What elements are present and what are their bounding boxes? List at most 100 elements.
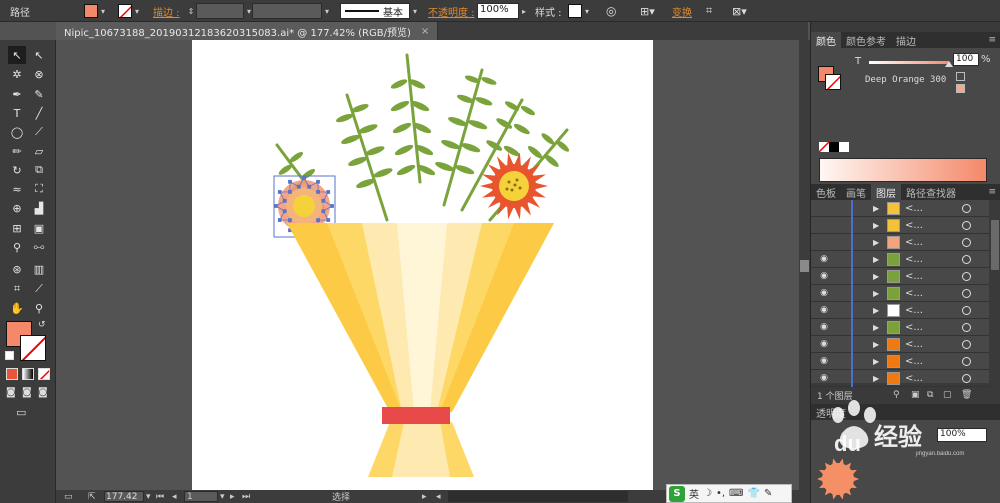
visibility-eye-icon[interactable] <box>817 219 831 231</box>
target-icon[interactable] <box>962 356 971 366</box>
ime-tool-icon[interactable]: ✎ <box>764 488 772 499</box>
eraser-icon[interactable]: ▱ <box>30 142 48 160</box>
document-tab[interactable]: Nipic_10673188_20190312183620315083.ai* … <box>56 22 439 40</box>
default-colors-icon[interactable] <box>5 351 14 360</box>
ime-mode[interactable]: 英 <box>689 486 699 501</box>
pencil-icon[interactable]: ✏ <box>8 142 26 160</box>
ime-skin-icon[interactable]: 👕 <box>747 488 759 499</box>
draw-inside-icon[interactable]: ◙ <box>38 387 48 398</box>
tab-swatches[interactable]: 色板 <box>811 184 841 200</box>
panel-stroke-swatch[interactable] <box>825 74 841 90</box>
draw-normal-icon[interactable]: ◙ <box>6 387 16 398</box>
visibility-eye-icon[interactable] <box>817 202 831 214</box>
target-icon[interactable] <box>962 288 971 298</box>
layer-name[interactable]: <... <box>905 288 923 299</box>
stroke-color-swatch[interactable] <box>20 335 46 361</box>
expand-arrow-icon[interactable]: ▶ <box>873 272 879 281</box>
line-tool-icon[interactable]: ╱ <box>30 104 48 122</box>
paintbrush-icon[interactable]: ⟋ <box>30 123 48 141</box>
expand-arrow-icon[interactable]: ▶ <box>873 204 879 213</box>
visibility-eye-icon[interactable] <box>817 236 831 248</box>
next-artboard-icon[interactable]: ▸ <box>230 490 235 503</box>
variable-width-field[interactable]: ▾ <box>252 3 332 19</box>
visibility-eye-icon[interactable]: ◉ <box>817 304 831 316</box>
layer-row[interactable]: ◉ ▶ <... <box>811 301 989 319</box>
artboard-tool-icon[interactable]: ⌗ <box>8 280 26 298</box>
layer-row[interactable]: ◉ ▶ <... <box>811 352 989 370</box>
target-icon[interactable] <box>962 220 971 230</box>
ime-punct-icon[interactable]: •, <box>716 488 725 499</box>
expand-arrow-icon[interactable]: ▶ <box>873 374 879 383</box>
gradient-tool-icon[interactable]: ▣ <box>30 219 48 237</box>
gradient-mode-icon[interactable] <box>22 368 34 380</box>
visibility-eye-icon[interactable]: ◉ <box>817 287 831 299</box>
stroke-weight-field[interactable]: ⇕ ▾ <box>186 3 254 19</box>
layer-name[interactable]: <... <box>905 339 923 350</box>
layer-row[interactable]: ◉ ▶ <... <box>811 267 989 285</box>
target-icon[interactable] <box>962 237 971 247</box>
layer-row[interactable]: ▶ <... <box>811 216 989 234</box>
zoom-tool-icon[interactable]: ⚲ <box>30 299 48 317</box>
ellipse-tool-icon[interactable]: ◯ <box>8 123 26 141</box>
layer-name[interactable]: <... <box>905 305 923 316</box>
layer-row[interactable]: ◉ ▶ <... <box>811 284 989 302</box>
hand-tool-icon[interactable]: ✋ <box>8 299 26 317</box>
color-spectrum[interactable] <box>819 158 987 182</box>
slice-tool-icon[interactable]: ⟋ <box>30 280 48 298</box>
layer-row[interactable]: ◉ ▶ <... <box>811 250 989 268</box>
ime-keyboard-icon[interactable]: ⌨ <box>729 488 743 499</box>
align-icon[interactable]: ⊞▾ <box>640 3 655 19</box>
visibility-eye-icon[interactable]: ◉ <box>817 338 831 350</box>
layer-name[interactable]: <... <box>905 373 923 384</box>
tab-stroke[interactable]: 描边 <box>891 32 921 48</box>
blend-tool-icon[interactable]: ⧟ <box>30 238 48 256</box>
close-tab-icon[interactable]: × <box>421 26 429 37</box>
free-transform-icon[interactable]: ⛶ <box>30 180 48 198</box>
hscroll-left-icon[interactable]: ◂ <box>436 490 441 503</box>
type-tool-icon[interactable]: T <box>8 104 26 122</box>
layer-row[interactable]: ◉ ▶ <... <box>811 335 989 353</box>
draw-behind-icon[interactable]: ◙ <box>22 387 32 398</box>
tab-color-guide[interactable]: 颜色参考 <box>841 32 891 48</box>
tab-brushes[interactable]: 画笔 <box>841 184 871 200</box>
tint-slider[interactable] <box>869 61 949 64</box>
none-mode-icon[interactable] <box>38 368 50 380</box>
layer-name[interactable]: <... <box>905 203 923 214</box>
screen-mode-icon[interactable]: ▭ <box>16 406 26 419</box>
white-swatch[interactable] <box>839 142 849 152</box>
visibility-eye-icon[interactable]: ◉ <box>817 270 831 282</box>
layer-row[interactable]: ▶ <... <box>811 233 989 251</box>
expand-arrow-icon[interactable]: ▶ <box>873 323 879 332</box>
layer-name[interactable]: <... <box>905 220 923 231</box>
status-menu-icon[interactable]: ▸ <box>422 490 427 503</box>
width-tool-icon[interactable]: ≈ <box>8 180 26 198</box>
canvas-area[interactable] <box>56 40 799 490</box>
tint-value-field[interactable]: 100 <box>953 53 979 66</box>
recolor-icon[interactable]: ◎ <box>606 3 616 19</box>
perspective-grid-icon[interactable]: ▟ <box>30 199 48 217</box>
tab-pathfinder[interactable]: 路径查找器 <box>901 184 961 200</box>
swap-fill-stroke-icon[interactable]: ↺ <box>38 320 46 330</box>
target-icon[interactable] <box>962 322 971 332</box>
layer-name[interactable]: <... <box>905 237 923 248</box>
none-swatch[interactable] <box>819 142 829 152</box>
style-select[interactable]: ▾ <box>568 3 592 19</box>
visibility-eye-icon[interactable]: ◉ <box>817 372 831 384</box>
visibility-eye-icon[interactable]: ◉ <box>817 355 831 367</box>
stroke-label[interactable]: 描边 : <box>153 3 180 19</box>
page-dropdown-icon[interactable]: ▾ <box>220 490 225 503</box>
layers-menu-icon[interactable]: ≡ <box>988 187 996 197</box>
direct-selection-tool-icon[interactable]: ↖ <box>30 46 48 64</box>
visibility-eye-icon[interactable]: ◉ <box>817 321 831 333</box>
target-icon[interactable] <box>962 203 971 213</box>
black-swatch[interactable] <box>829 142 839 152</box>
expand-arrow-icon[interactable]: ▶ <box>873 340 879 349</box>
expand-arrow-icon[interactable]: ▶ <box>873 289 879 298</box>
mesh-tool-icon[interactable]: ⊞ <box>8 219 26 237</box>
visibility-eye-icon[interactable]: ◉ <box>817 253 831 265</box>
symbol-sprayer-icon[interactable]: ⊛ <box>8 260 26 278</box>
arrange-icon[interactable]: ⊠▾ <box>732 3 747 19</box>
transform-link[interactable]: 变换 <box>672 3 692 19</box>
ime-moon-icon[interactable]: ☽ <box>703 488 712 499</box>
save-icon[interactable]: ⇱ <box>88 490 96 503</box>
